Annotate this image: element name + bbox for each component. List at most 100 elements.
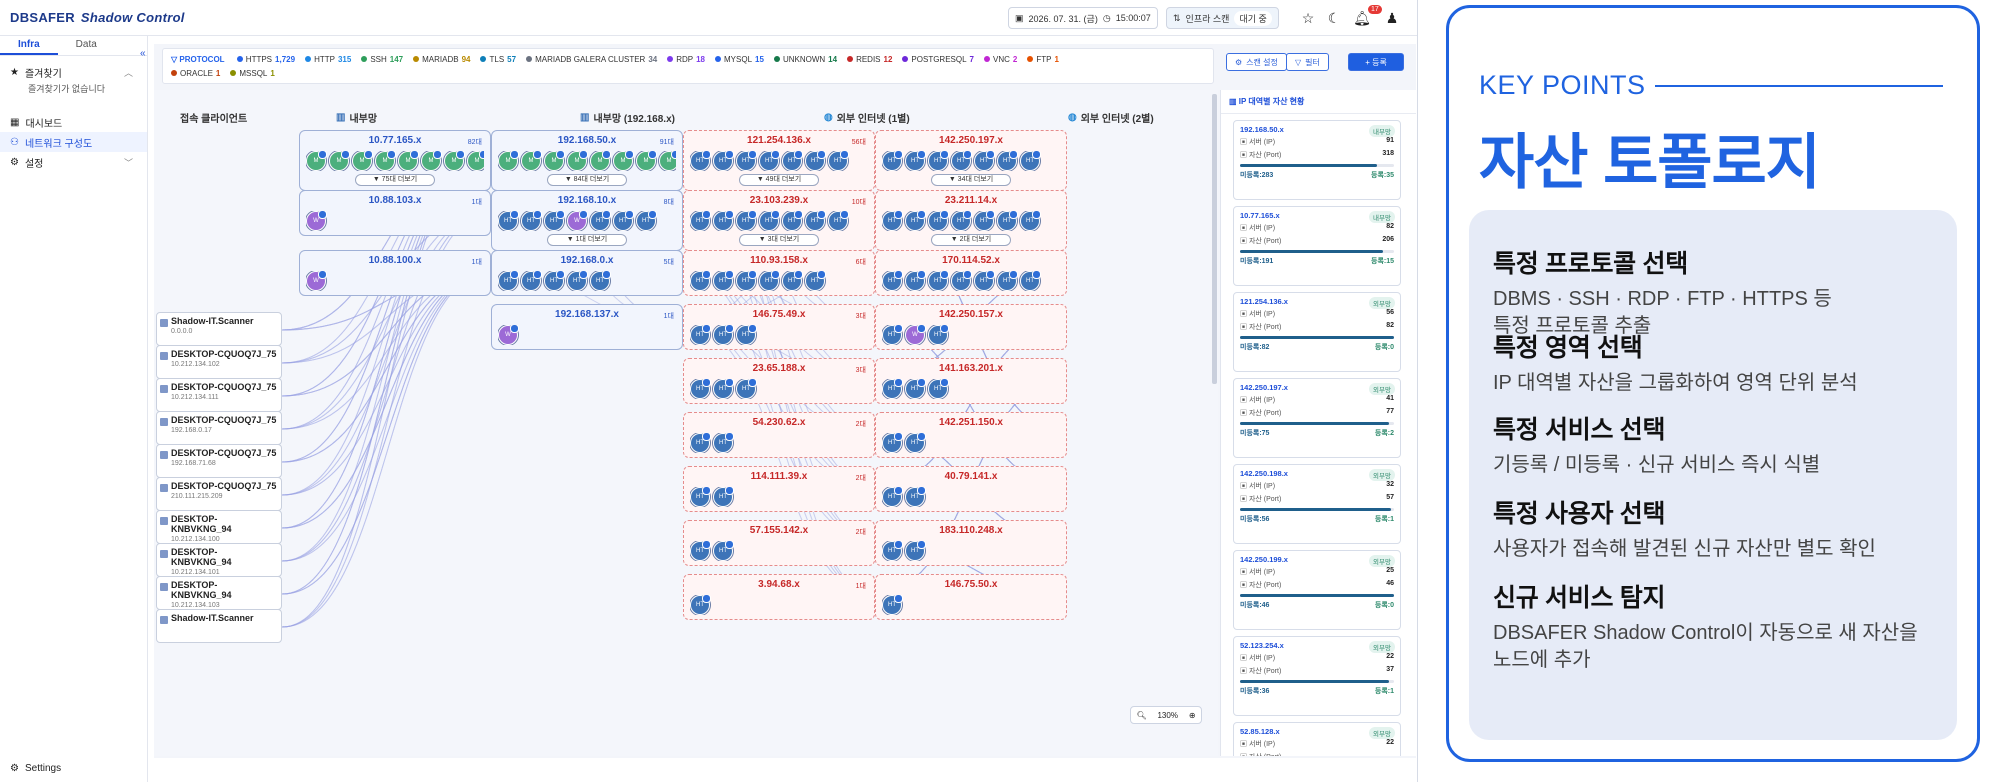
server-icon[interactable]: W	[905, 325, 926, 345]
tab-infra[interactable]: Infra	[0, 36, 58, 55]
add-button[interactable]: + 등록	[1348, 53, 1404, 71]
protocol-chip-unknown[interactable]: UNKNOWN 14	[773, 55, 837, 64]
vertical-scrollbar[interactable]	[1212, 94, 1217, 384]
server-icon[interactable]: HT	[974, 151, 995, 171]
star-icon[interactable]: ☆	[1298, 8, 1318, 28]
server-icon[interactable]: HT	[690, 541, 711, 561]
server-icon[interactable]: HT	[882, 325, 903, 345]
server-icon[interactable]: HT	[951, 151, 972, 171]
protocol-chip-postgresql[interactable]: POSTGRESQL 7	[902, 55, 974, 64]
server-icon[interactable]: HT	[951, 271, 972, 291]
network-node[interactable]: 183.110.248.x HT HT	[875, 520, 1067, 566]
ip-range-card[interactable]: 52.123.254.x 외부망 ▣ 서버 (IP) 22 ▣ 자산 (Port) 37 미…	[1233, 636, 1401, 716]
server-icon[interactable]: HT	[690, 271, 711, 291]
server-icon[interactable]: W	[306, 271, 327, 291]
app-logo[interactable]: DBSAFER Shadow Control	[10, 10, 185, 25]
server-icon[interactable]: HT	[828, 211, 849, 231]
server-icon[interactable]: HT	[782, 211, 803, 231]
server-icon[interactable]: HT	[997, 211, 1018, 231]
network-node[interactable]: 192.168.50.x 91대 M M M M M M M M ▼ 84대 더보기	[491, 130, 683, 191]
show-more-button[interactable]: ▼ 2대 더보기	[931, 234, 1011, 246]
server-icon[interactable]: HT	[736, 271, 757, 291]
server-icon[interactable]: HT	[905, 487, 926, 507]
show-more-button[interactable]: ▼ 34대 더보기	[931, 174, 1011, 186]
client-node[interactable]: DESKTOP-CQUOQ7J_75 210.111.215.209	[156, 477, 282, 511]
server-icon[interactable]: M	[375, 151, 396, 171]
network-node[interactable]: 146.75.50.x HT	[875, 574, 1067, 620]
server-icon[interactable]: HT	[690, 379, 711, 399]
client-node[interactable]: DESKTOP-KNBVKNG_94 10.212.134.101	[156, 543, 282, 577]
server-icon[interactable]: HT	[882, 379, 903, 399]
client-node[interactable]: DESKTOP-KNBVKNG_94 10.212.134.103	[156, 576, 282, 610]
server-icon[interactable]: HT	[882, 541, 903, 561]
server-icon[interactable]: HT	[713, 433, 734, 453]
server-icon[interactable]: HT	[905, 541, 926, 561]
show-more-button[interactable]: ▼ 84대 더보기	[547, 174, 627, 186]
server-icon[interactable]: HT	[759, 211, 780, 231]
server-icon[interactable]: HT	[882, 595, 903, 615]
server-icon[interactable]: M	[590, 151, 611, 171]
server-icon[interactable]: HT	[974, 211, 995, 231]
server-icon[interactable]: HT	[590, 271, 611, 291]
tab-data[interactable]: Data	[58, 36, 115, 55]
server-icon[interactable]: HT	[974, 271, 995, 291]
server-icon[interactable]: HT	[928, 271, 949, 291]
server-icon[interactable]: HT	[544, 211, 565, 231]
collapse-sidebar-icon[interactable]: «	[140, 48, 146, 59]
server-icon[interactable]: M	[329, 151, 350, 171]
server-icon[interactable]: HT	[805, 211, 826, 231]
server-icon[interactable]: HT	[997, 151, 1018, 171]
client-node[interactable]: DESKTOP-CQUOQ7J_75 10.212.134.102	[156, 345, 282, 379]
network-node[interactable]: 146.75.49.x 3대 HT HT HT	[683, 304, 875, 350]
server-icon[interactable]: HT	[690, 433, 711, 453]
server-icon[interactable]: HT	[690, 487, 711, 507]
server-icon[interactable]: M	[544, 151, 565, 171]
protocol-chip-mssql[interactable]: MSSQL 1	[230, 69, 275, 78]
client-node[interactable]: Shadow-IT.Scanner 0.0.0.0	[156, 312, 282, 346]
server-icon[interactable]: M	[659, 151, 676, 171]
network-node[interactable]: 142.250.157.x HT W HT	[875, 304, 1067, 350]
sidebar-item-network[interactable]: ⚇ 네트워크 구성도	[0, 132, 147, 152]
server-icon[interactable]: HT	[805, 151, 826, 171]
network-node[interactable]: 170.114.52.x HT HT HT HT HT HT HT	[875, 250, 1067, 296]
server-icon[interactable]: M	[636, 151, 657, 171]
ip-range-card[interactable]: 192.168.50.x 내부망 ▣ 서버 (IP) 91 ▣ 자산 (Port) 318…	[1233, 120, 1401, 200]
server-icon[interactable]: HT	[882, 211, 903, 231]
network-node[interactable]: 142.251.150.x HT HT	[875, 412, 1067, 458]
ip-range-card[interactable]: 52.85.128.x외부망▣ 서버 (IP)22▣ 자산 (Port)	[1233, 722, 1401, 756]
server-icon[interactable]: HT	[498, 271, 519, 291]
server-icon[interactable]: HT	[544, 271, 565, 291]
network-node[interactable]: 40.79.141.x HT HT	[875, 466, 1067, 512]
scan-settings-button[interactable]: ⚙ 스캔 설정	[1226, 53, 1287, 71]
server-icon[interactable]: HT	[521, 271, 542, 291]
server-icon[interactable]: W	[306, 211, 327, 231]
topology-canvas[interactable]: 접속 클라이언트 ▥ 내부망 ▥ 내부망 (192.168.x) ◍ 외부 인터넷 (…	[154, 90, 1218, 756]
server-icon[interactable]: HT	[759, 151, 780, 171]
server-icon[interactable]: HT	[713, 541, 734, 561]
server-icon[interactable]: HT	[882, 487, 903, 507]
show-more-button[interactable]: ▼ 1대 더보기	[547, 234, 627, 246]
network-node[interactable]: 110.93.158.x 6대 HT HT HT HT HT HT	[683, 250, 875, 296]
server-icon[interactable]: HT	[782, 271, 803, 291]
server-icon[interactable]: M	[352, 151, 373, 171]
server-icon[interactable]: HT	[713, 379, 734, 399]
client-node[interactable]: DESKTOP-CQUOQ7J_75 10.212.134.111	[156, 378, 282, 412]
server-icon[interactable]: HT	[905, 271, 926, 291]
server-icon[interactable]: M	[498, 151, 519, 171]
server-icon[interactable]: HT	[882, 151, 903, 171]
network-node[interactable]: 192.168.10.x 8대 HT HT HT W HT HT HT ▼ 1대 더보기	[491, 190, 683, 251]
ip-range-card[interactable]: 142.250.199.x 외부망 ▣ 서버 (IP) 25 ▣ 자산 (Port) 46…	[1233, 550, 1401, 630]
network-node[interactable]: 114.111.39.x 2대 HT HT	[683, 466, 875, 512]
ip-range-card[interactable]: 142.250.197.x 외부망 ▣ 서버 (IP) 41 ▣ 자산 (Port) 77…	[1233, 378, 1401, 458]
server-icon[interactable]: M	[421, 151, 442, 171]
server-icon[interactable]: HT	[521, 211, 542, 231]
server-icon[interactable]: HT	[736, 151, 757, 171]
server-icon[interactable]: HT	[690, 325, 711, 345]
network-node[interactable]: 3.94.68.x 1대 HT	[683, 574, 875, 620]
protocol-chip-http[interactable]: HTTP 315	[305, 55, 351, 64]
server-icon[interactable]: HT	[928, 379, 949, 399]
zoom-out-icon[interactable]: 🔍︎	[1136, 711, 1146, 720]
server-icon[interactable]: HT	[736, 325, 757, 345]
network-node[interactable]: 10.77.165.x 82대 M M M M M M M M ▼ 75대 더보기	[299, 130, 491, 191]
network-node[interactable]: 10.88.103.x 1대 W	[299, 190, 491, 236]
